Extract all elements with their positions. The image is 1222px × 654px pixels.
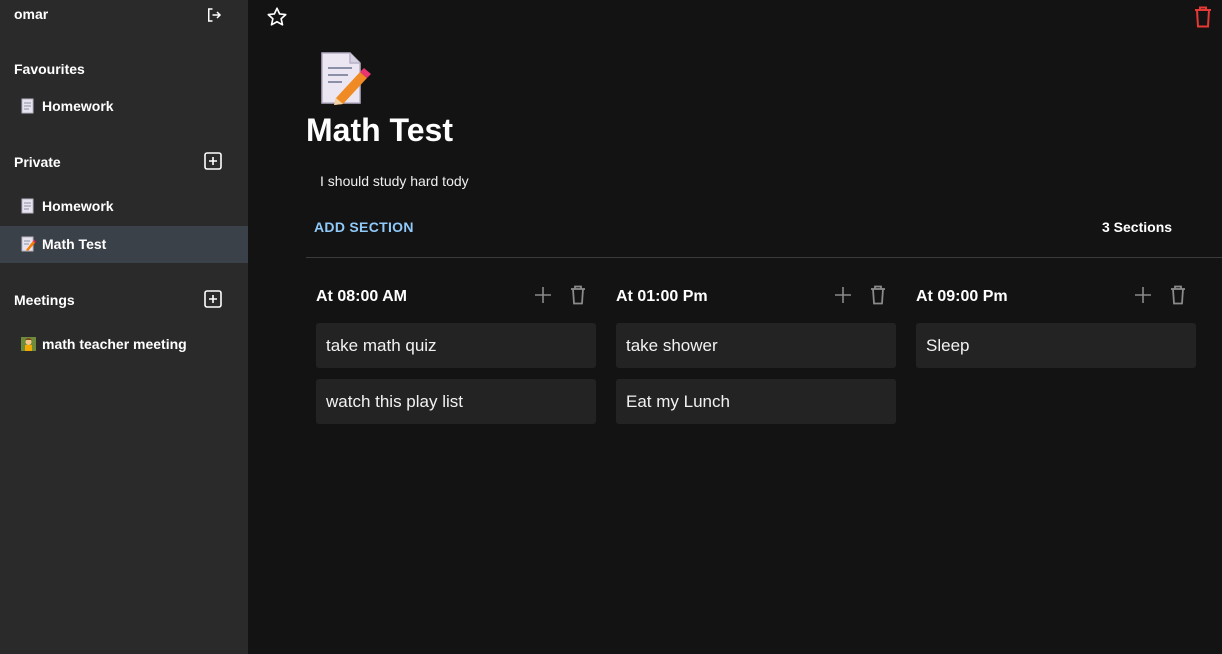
favourites-label: Favourites (14, 61, 85, 77)
task-card[interactable]: Sleep (916, 323, 1196, 368)
delete-page-icon[interactable] (1194, 6, 1212, 28)
favourites-header: Favourites (14, 59, 229, 81)
task-card-text: watch this play list (326, 392, 463, 411)
add-card-icon[interactable] (1134, 286, 1152, 304)
teacher-emoji-icon (21, 337, 36, 351)
user-name: omar (14, 6, 49, 22)
sidebar-item-label: Homework (42, 198, 114, 214)
sidebar-item-label: Math Test (42, 236, 107, 252)
section-title[interactable]: At 09:00 Pm (916, 288, 1008, 306)
task-card[interactable]: watch this play list (316, 379, 596, 424)
star-icon[interactable] (266, 6, 288, 28)
task-card[interactable]: take math quiz (316, 323, 596, 368)
add-section-button[interactable]: ADD SECTION (314, 219, 414, 235)
task-card-text: Eat my Lunch (626, 392, 730, 411)
task-card-text: Sleep (926, 336, 970, 355)
section-title[interactable]: At 01:00 Pm (616, 288, 708, 306)
sidebar-item-favourite-homework[interactable]: Homework (0, 88, 248, 125)
divider (306, 257, 1222, 258)
add-private-page-icon[interactable] (204, 152, 222, 170)
sidebar-item-label: math teacher meeting (42, 336, 187, 352)
delete-section-icon[interactable] (570, 285, 586, 305)
private-label: Private (14, 154, 61, 170)
delete-section-icon[interactable] (870, 285, 886, 305)
sidebar-item-label: Homework (42, 98, 114, 114)
add-card-icon[interactable] (834, 286, 852, 304)
sidebar-item-math-test[interactable]: Math Test (0, 226, 248, 263)
memo-emoji-icon (21, 98, 34, 114)
user-row: omar (14, 6, 224, 26)
page-title[interactable]: Math Test (306, 112, 453, 149)
sidebar: omar Favourites Homework Private Homewor… (0, 0, 248, 654)
memo-emoji-icon (21, 198, 34, 214)
sidebar-item-private-homework[interactable]: Homework (0, 188, 248, 225)
add-card-icon[interactable] (534, 286, 552, 304)
task-card-text: take shower (626, 336, 718, 355)
task-card[interactable]: take shower (616, 323, 896, 368)
logout-icon[interactable] (205, 6, 223, 24)
section-count: 3 Sections (1102, 219, 1173, 235)
section-title[interactable]: At 08:00 AM (316, 288, 407, 306)
memo-pencil-emoji-icon (21, 236, 36, 252)
meetings-header: Meetings (14, 290, 229, 312)
task-card[interactable]: Eat my Lunch (616, 379, 896, 424)
meetings-label: Meetings (14, 292, 75, 308)
add-meetings-page-icon[interactable] (204, 290, 222, 308)
task-card-text: take math quiz (326, 336, 437, 355)
sidebar-item-math-teacher-meeting[interactable]: math teacher meeting (0, 326, 248, 363)
private-header: Private (14, 152, 229, 174)
memo-pencil-emoji-icon[interactable] (316, 50, 372, 106)
page-description[interactable]: I should study hard tody (320, 173, 469, 189)
delete-section-icon[interactable] (1170, 285, 1186, 305)
